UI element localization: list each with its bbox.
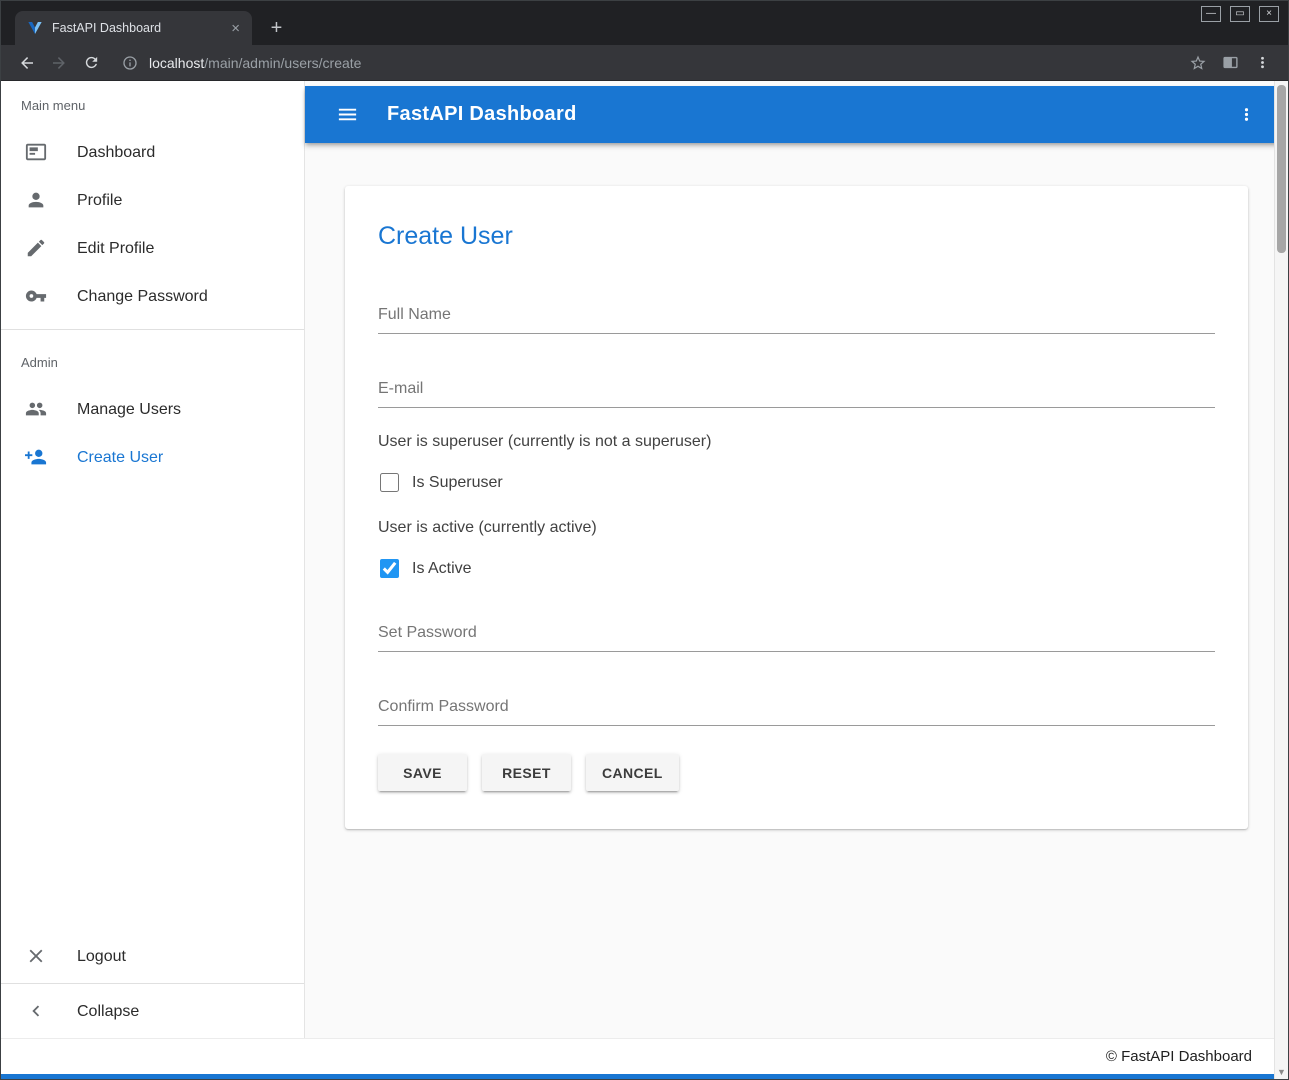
email-input[interactable]	[378, 378, 1215, 408]
sidebar-divider	[1, 329, 304, 330]
superuser-hint: User is superuser (currently is not a su…	[378, 433, 1215, 451]
tab-title: FastAPI Dashboard	[52, 21, 227, 35]
form-actions: SAVE RESET CANCEL	[378, 754, 1215, 791]
people-icon	[25, 398, 49, 422]
full-name-input[interactable]	[378, 304, 1215, 334]
confirm-password-field	[378, 696, 1215, 726]
maximize-button[interactable]: ▭	[1230, 6, 1250, 22]
browser-toolbar: localhost/main/admin/users/create	[1, 45, 1288, 81]
chevron-left-icon	[25, 1000, 49, 1024]
hamburger-menu-icon[interactable]	[329, 97, 365, 133]
close-icon	[25, 945, 49, 969]
key-icon	[25, 285, 49, 309]
sidebar-item-label: Edit Profile	[77, 240, 154, 258]
url-host: localhost	[149, 55, 204, 71]
page: Main menu Dashboard Profile	[1, 81, 1288, 1079]
set-password-input[interactable]	[378, 622, 1215, 652]
sidebar-spacer	[1, 482, 304, 933]
pencil-icon	[25, 237, 49, 261]
new-tab-button[interactable]: +	[263, 14, 290, 41]
main-content: Create User User is superuser (currently…	[305, 143, 1288, 1038]
dashboard-icon	[25, 141, 49, 165]
is-superuser-checkbox[interactable]	[380, 473, 399, 492]
is-active-checkbox-row[interactable]: Is Active	[380, 559, 472, 578]
window-close-button[interactable]: ×	[1259, 6, 1279, 22]
sidebar-item-create-user[interactable]: Create User	[1, 434, 304, 482]
reload-button[interactable]	[77, 49, 105, 77]
active-hint: User is active (currently active)	[378, 519, 1215, 537]
scrollbar-down-arrow-icon[interactable]: ▼	[1275, 1068, 1288, 1077]
reset-button[interactable]: RESET	[482, 754, 571, 791]
sidebar-main-menu-header: Main menu	[1, 81, 304, 129]
set-password-field	[378, 622, 1215, 652]
is-superuser-checkbox-row[interactable]: Is Superuser	[380, 473, 503, 492]
browser-tab[interactable]: FastAPI Dashboard ×	[15, 11, 252, 45]
sidebar-item-edit-profile[interactable]: Edit Profile	[1, 225, 304, 273]
sidebar-item-label: Profile	[77, 192, 122, 210]
url-text: localhost/main/admin/users/create	[149, 55, 361, 71]
footer-accent-bar	[1, 1074, 1288, 1079]
sidebar-divider	[1, 983, 304, 984]
sidebar-item-collapse[interactable]: Collapse	[1, 986, 304, 1038]
copyright-text: © FastAPI Dashboard	[1106, 1048, 1252, 1065]
sidebar-admin-header: Admin	[1, 338, 304, 386]
back-button[interactable]	[13, 49, 41, 77]
create-user-card: Create User User is superuser (currently…	[345, 186, 1248, 829]
sidebar-item-profile[interactable]: Profile	[1, 177, 304, 225]
sidebar-item-dashboard[interactable]: Dashboard	[1, 129, 304, 177]
minimize-button[interactable]: —	[1201, 6, 1221, 22]
is-active-checkbox[interactable]	[380, 559, 399, 578]
sidebar: Main menu Dashboard Profile	[1, 81, 305, 1038]
sidebar-item-manage-users[interactable]: Manage Users	[1, 386, 304, 434]
vuetify-favicon-icon	[27, 20, 43, 36]
sidebar-item-change-password[interactable]: Change Password	[1, 273, 304, 321]
email-field	[378, 378, 1215, 408]
sidebar-item-label: Collapse	[77, 1003, 139, 1021]
window-controls: — ▭ ×	[1201, 6, 1279, 22]
browser-window: FastAPI Dashboard × + — ▭ × localhost/ma…	[0, 0, 1289, 1080]
full-name-field	[378, 304, 1215, 334]
sidebar-item-logout[interactable]: Logout	[1, 933, 304, 981]
footer: © FastAPI Dashboard	[1, 1038, 1288, 1074]
scrollbar[interactable]: ▼	[1274, 81, 1288, 1079]
bookmark-star-icon[interactable]	[1184, 49, 1212, 77]
appbar-title: FastAPI Dashboard	[387, 103, 577, 126]
browser-menu-icon[interactable]	[1248, 49, 1276, 77]
sidebar-item-label: Change Password	[77, 288, 208, 306]
save-button[interactable]: SAVE	[378, 754, 467, 791]
sidebar-item-label: Dashboard	[77, 144, 155, 162]
is-active-label: Is Active	[412, 560, 472, 578]
appbar: FastAPI Dashboard	[305, 86, 1288, 143]
sidebar-item-label: Logout	[77, 948, 126, 966]
forward-button[interactable]	[45, 49, 73, 77]
browser-titlebar: FastAPI Dashboard × + — ▭ ×	[1, 1, 1288, 45]
confirm-password-input[interactable]	[378, 696, 1215, 726]
page-title: Create User	[378, 186, 1215, 252]
address-bar[interactable]: localhost/main/admin/users/create	[115, 49, 1174, 77]
tab-close-icon[interactable]: ×	[227, 19, 244, 38]
scrollbar-thumb[interactable]	[1277, 85, 1286, 253]
is-superuser-label: Is Superuser	[412, 474, 503, 492]
person-add-icon	[25, 446, 49, 470]
sidebar-item-label: Create User	[77, 449, 163, 467]
person-icon	[25, 189, 49, 213]
sidebar-item-label: Manage Users	[77, 401, 181, 419]
appbar-kebab-menu-icon[interactable]	[1228, 97, 1264, 133]
site-info-icon[interactable]	[119, 52, 141, 74]
cancel-button[interactable]: CANCEL	[586, 754, 679, 791]
side-panel-icon[interactable]	[1216, 49, 1244, 77]
main-area: FastAPI Dashboard Create User	[305, 81, 1288, 1038]
url-path: /main/admin/users/create	[204, 55, 361, 71]
